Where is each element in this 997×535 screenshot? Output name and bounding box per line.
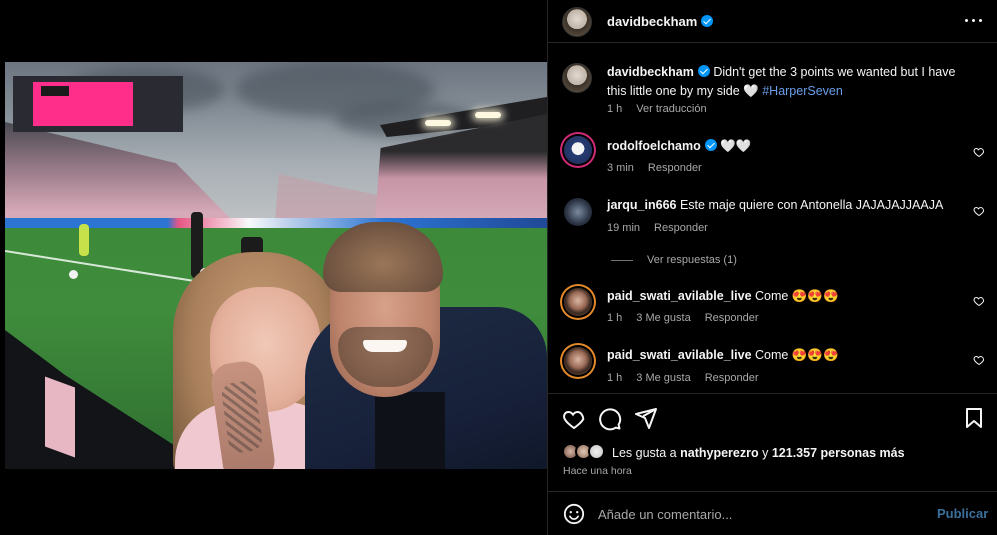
reply-button[interactable]: Responder: [654, 222, 708, 234]
likes-prefix: Les gusta a: [612, 446, 677, 460]
publish-button[interactable]: Publicar: [937, 506, 988, 521]
comment-username[interactable]: rodolfoelchamo: [607, 139, 701, 153]
likes-connector: y: [762, 446, 769, 460]
heart-icon[interactable]: [973, 205, 985, 217]
comment-icon[interactable]: [598, 407, 622, 431]
author-avatar[interactable]: [562, 7, 592, 37]
verified-badge-icon: [697, 65, 710, 77]
comment-likes[interactable]: 3 Me gusta: [636, 372, 690, 384]
post-time-ago[interactable]: Hace una hora: [563, 465, 632, 477]
photo-man-smile: [363, 340, 407, 352]
post-side-panel: davidbeckham davidbeckham Didn't get the…: [547, 0, 997, 535]
likers-avatars[interactable]: [562, 443, 612, 461]
comment: paid_swati_avilable_live Come 😍😍😍: [607, 287, 947, 306]
comment-time[interactable]: 3 min: [607, 162, 634, 174]
post-header: davidbeckham: [548, 0, 997, 43]
verified-badge-icon: [701, 15, 714, 27]
comment-meta: 3 min Responder: [607, 162, 716, 174]
reply-button[interactable]: Responder: [648, 162, 702, 174]
photo-scoreboard-clock: [41, 86, 69, 96]
comment-text: 🤍🤍: [720, 139, 752, 153]
comment-meta: 19 min Responder: [607, 222, 722, 234]
see-translation-link[interactable]: Ver traducción: [636, 103, 706, 115]
heart-icon[interactable]: [973, 146, 985, 158]
caption-author-avatar[interactable]: [562, 63, 592, 93]
comment-time[interactable]: 1 h: [607, 372, 622, 384]
comment-text: Este maje quiere con Antonella JAJAJAJJA…: [679, 198, 944, 212]
photo-staff: [79, 224, 89, 256]
photo-man-shirt: [375, 392, 445, 469]
photo-floodlight: [475, 112, 501, 118]
more-options-icon[interactable]: [964, 14, 984, 28]
add-comment-bar: Publicar: [548, 491, 997, 535]
author-username[interactable]: davidbeckham: [607, 14, 714, 29]
heart-icon[interactable]: [562, 407, 586, 431]
reply-button[interactable]: Responder: [705, 312, 759, 324]
comment: rodolfoelchamo 🤍🤍: [607, 137, 947, 156]
comment-text: Come 😍😍😍: [755, 289, 839, 303]
share-icon[interactable]: [634, 406, 658, 430]
liker-avatar: [588, 443, 605, 460]
comment-meta: 1 h 3 Me gusta Responder: [607, 312, 773, 324]
caption-meta: 1 h Ver traducción: [607, 103, 721, 115]
comment-username[interactable]: paid_swati_avilable_live: [607, 289, 752, 303]
post-actions: Les gusta a nathyperezro y 121.357 perso…: [548, 393, 997, 491]
verified-badge-icon: [704, 139, 717, 151]
comment-avatar[interactable]: [564, 288, 592, 316]
photo-floodlight: [425, 120, 451, 126]
liker-username[interactable]: nathyperezro: [680, 446, 759, 460]
comment: paid_swati_avilable_live Come 😍😍😍: [607, 346, 947, 365]
comment-text: Come 😍😍😍: [755, 348, 839, 362]
comment-avatar[interactable]: [564, 198, 592, 226]
comment-time[interactable]: 19 min: [607, 222, 640, 234]
caption: davidbeckham Didn't get the 3 points we …: [607, 63, 977, 101]
comment-time[interactable]: 1 h: [607, 312, 622, 324]
view-replies-link[interactable]: Ver respuestas (1): [611, 254, 737, 266]
comment-username[interactable]: paid_swati_avilable_live: [607, 348, 752, 362]
likes-count[interactable]: 121.357 personas más: [772, 446, 905, 460]
heart-icon[interactable]: [973, 295, 985, 307]
photo-ball: [69, 270, 78, 279]
caption-username[interactable]: davidbeckham: [607, 65, 694, 79]
photo-warning-sign: [45, 376, 75, 458]
comment: jarqu_in666 Este maje quiere con Antonel…: [607, 196, 947, 215]
comment-meta: 1 h 3 Me gusta Responder: [607, 372, 773, 384]
instagram-post-modal: davidbeckham davidbeckham Didn't get the…: [0, 0, 997, 535]
comment-avatar[interactable]: [564, 136, 592, 164]
comment-likes[interactable]: 3 Me gusta: [636, 312, 690, 324]
bookmark-icon[interactable]: [962, 406, 986, 430]
comment-avatar[interactable]: [564, 347, 592, 375]
caption-hashtag[interactable]: #HarperSeven: [762, 84, 843, 98]
post-photo[interactable]: [5, 62, 547, 469]
emoji-icon[interactable]: [563, 503, 585, 525]
reply-button[interactable]: Responder: [705, 372, 759, 384]
author-username-text[interactable]: davidbeckham: [607, 14, 697, 29]
likes-summary: Les gusta a nathyperezro y 121.357 perso…: [612, 446, 905, 460]
comment-username[interactable]: jarqu_in666: [607, 198, 676, 212]
photo-scoreboard: [13, 76, 183, 132]
heart-icon[interactable]: [973, 354, 985, 366]
caption-time[interactable]: 1 h: [607, 103, 622, 115]
comment-input[interactable]: [598, 503, 918, 525]
